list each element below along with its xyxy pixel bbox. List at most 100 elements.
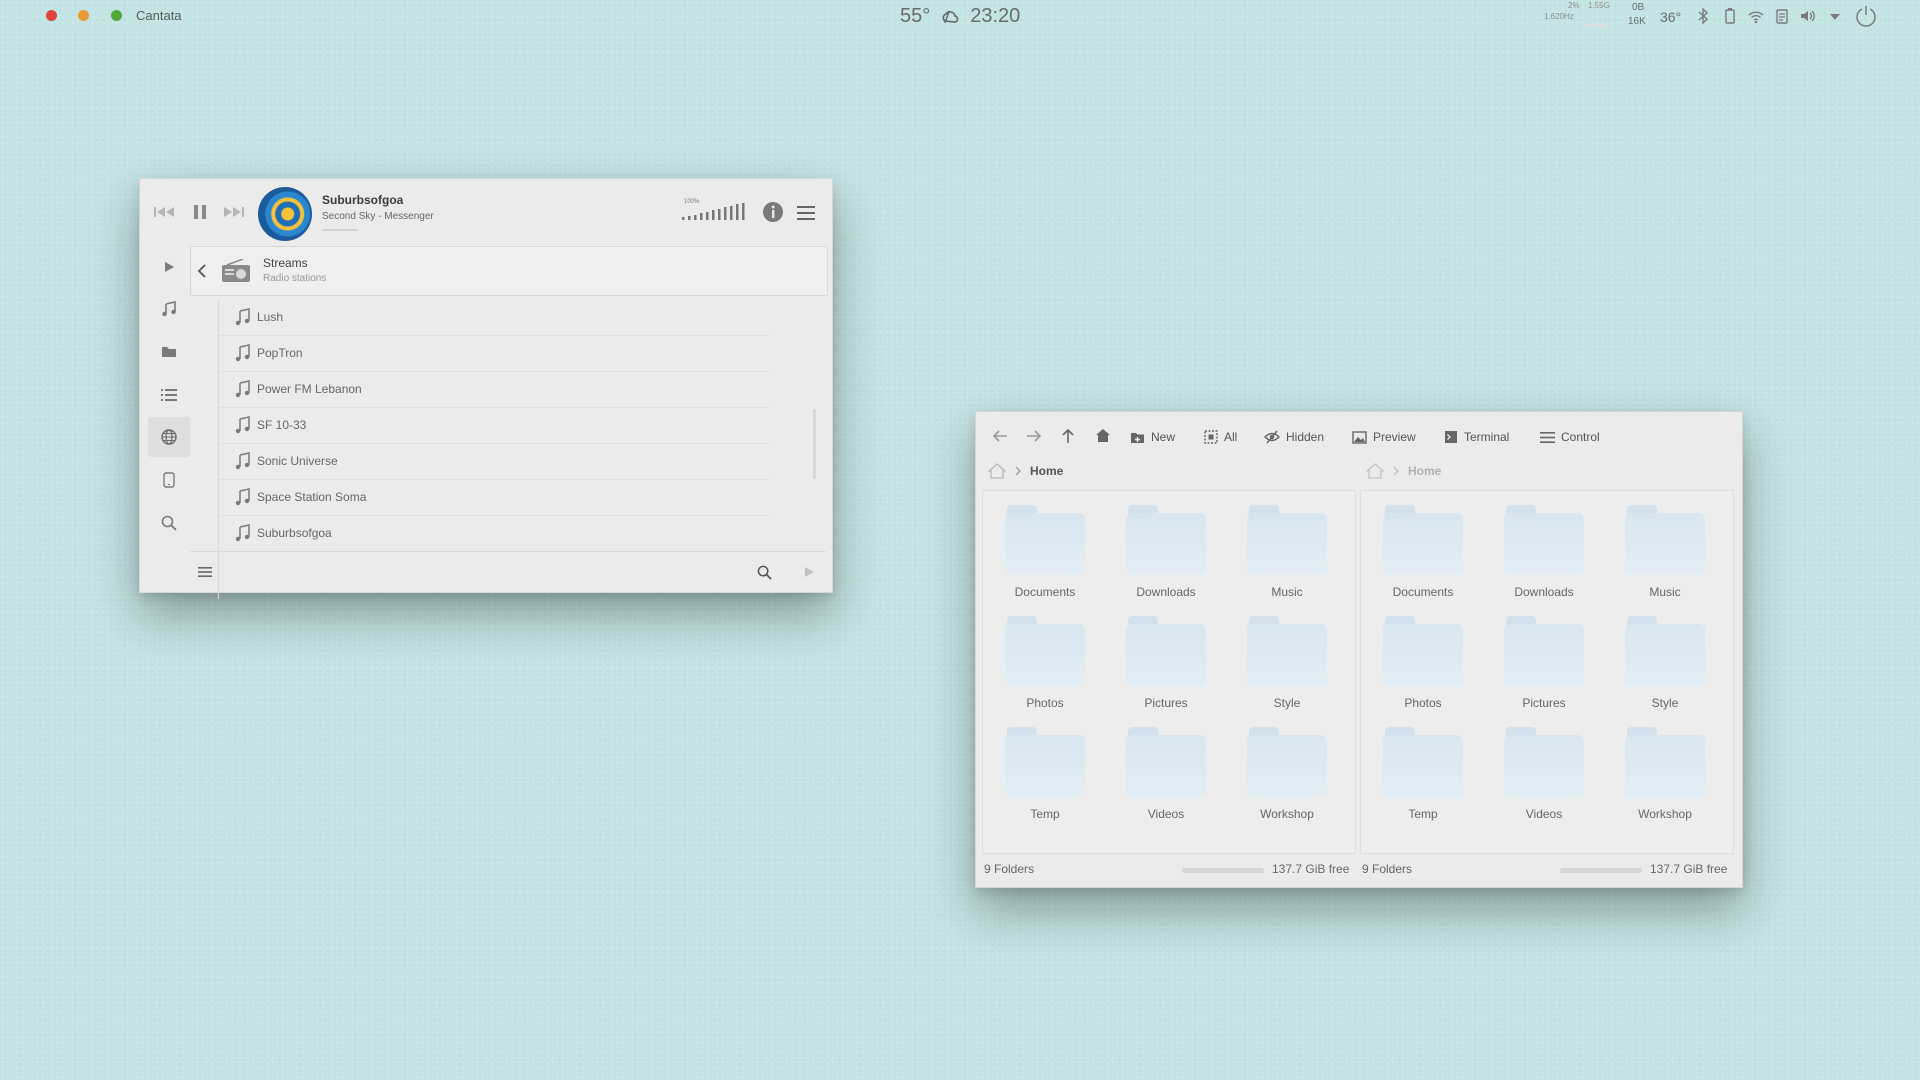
folder-icon: [1247, 735, 1327, 797]
folder-item[interactable]: Style: [1231, 616, 1331, 716]
folder-item[interactable]: Temp: [989, 727, 1089, 827]
folder-item[interactable]: Photos: [989, 616, 1089, 716]
folder-item[interactable]: Music: [1609, 505, 1709, 605]
forward-arrow-icon[interactable]: [1026, 429, 1042, 443]
sidebar-internet[interactable]: [148, 417, 190, 457]
station-list-scrollbar[interactable]: [813, 409, 816, 479]
list-item[interactable]: Sonic Universe: [219, 443, 769, 480]
folder-item[interactable]: Pictures: [1110, 616, 1210, 716]
home-icon[interactable]: [988, 463, 1006, 479]
folder-item[interactable]: Videos: [1110, 727, 1210, 827]
folder-item[interactable]: Photos: [1367, 616, 1467, 716]
next-track-button[interactable]: [220, 201, 246, 223]
up-arrow-icon[interactable]: [1061, 428, 1075, 444]
preview-button[interactable]: Preview: [1352, 426, 1416, 448]
folder-name: Style: [1651, 696, 1679, 710]
minimize-window-button[interactable]: [78, 10, 89, 21]
preview-label: Preview: [1373, 430, 1416, 444]
device-icon: [163, 472, 175, 488]
folder-item[interactable]: Videos: [1488, 727, 1588, 827]
folder-item[interactable]: Workshop: [1609, 727, 1709, 827]
folder-item[interactable]: Workshop: [1231, 727, 1331, 827]
terminal-button[interactable]: Terminal: [1444, 426, 1509, 448]
sidebar-search[interactable]: [148, 503, 190, 543]
menu-icon[interactable]: [198, 566, 212, 578]
sidebar-play-queue[interactable]: [148, 247, 190, 287]
chevron-down-icon[interactable]: [1826, 7, 1844, 25]
folder-item[interactable]: Pictures: [1488, 616, 1588, 716]
battery-icon[interactable]: [1721, 7, 1739, 25]
folder-item[interactable]: Music: [1231, 505, 1331, 605]
play-icon[interactable]: [803, 566, 815, 578]
hidden-files-button[interactable]: Hidden: [1264, 426, 1324, 448]
folder-icon: [1247, 624, 1327, 686]
control-menu-button[interactable]: Control: [1540, 426, 1600, 448]
info-icon[interactable]: [762, 201, 784, 223]
bluetooth-icon[interactable]: [1694, 7, 1712, 25]
breadcrumb-home[interactable]: Home: [1030, 464, 1063, 478]
volume-slider[interactable]: [680, 197, 760, 225]
folder-icon: [1383, 735, 1463, 797]
folder-name: Documents: [1014, 585, 1076, 599]
folder-item[interactable]: Temp: [1367, 727, 1467, 827]
track-artist-album: Second Sky - Messenger: [322, 211, 434, 222]
folder-name: Temp: [1030, 807, 1060, 821]
list-item[interactable]: Suburbsofgoa: [219, 515, 769, 551]
cpu-temperature[interactable]: 36°: [1660, 9, 1690, 41]
folder-icon: [1504, 513, 1584, 575]
clipboard-icon[interactable]: [1773, 7, 1791, 25]
track-progress[interactable]: [322, 229, 358, 231]
sidebar-library[interactable]: [148, 289, 190, 329]
pause-button[interactable]: [187, 201, 213, 223]
skip-forward-icon: [224, 207, 244, 217]
list-item[interactable]: Lush: [219, 299, 769, 336]
close-window-button[interactable]: [46, 10, 57, 21]
folder-icon: [162, 347, 176, 357]
list-item[interactable]: PopTron: [219, 335, 769, 372]
track-title: Suburbsofgoa: [322, 193, 404, 207]
folder-item[interactable]: Downloads: [1488, 505, 1588, 605]
back-arrow-icon[interactable]: [197, 264, 207, 278]
clock-widget[interactable]: 55° 23:20: [900, 5, 1020, 28]
wifi-icon[interactable]: [1747, 7, 1765, 25]
folder-item[interactable]: Style: [1609, 616, 1709, 716]
list-item[interactable]: Space Station Soma: [219, 479, 769, 516]
volume-icon[interactable]: [1799, 7, 1817, 25]
folder-icon: [1504, 735, 1584, 797]
streams-subtitle: Radio stations: [263, 273, 327, 284]
network-monitor[interactable]: 0B 16K: [1628, 0, 1654, 32]
folder-item[interactable]: Downloads: [1110, 505, 1210, 605]
music-note-icon: [235, 488, 250, 506]
folder-icon: [1247, 513, 1327, 575]
cantata-bottom-bar: [140, 551, 832, 591]
sidebar-playlists[interactable]: [148, 375, 190, 415]
folder-item[interactable]: Documents: [989, 505, 1089, 605]
folder-icon: [1005, 513, 1085, 575]
all-label: All: [1224, 430, 1238, 444]
home-icon[interactable]: [1366, 463, 1384, 479]
folder-name: Workshop: [1260, 807, 1314, 821]
sidebar-devices[interactable]: [148, 460, 190, 500]
play-icon: [165, 262, 174, 272]
list-item[interactable]: SF 10-33: [219, 407, 769, 444]
new-folder-icon: [1131, 432, 1144, 443]
cpu-monitor[interactable]: 2% 1.620Hz 1.55G: [1544, 0, 1610, 32]
maximize-window-button[interactable]: [111, 10, 122, 21]
album-cover[interactable]: [258, 187, 312, 241]
sidebar-folders[interactable]: [148, 332, 190, 372]
back-arrow-icon[interactable]: [992, 429, 1008, 443]
home-icon[interactable]: [1095, 428, 1111, 443]
folder-item[interactable]: Documents: [1367, 505, 1467, 605]
search-icon[interactable]: [757, 565, 772, 580]
list-item[interactable]: Power FM Lebanon: [219, 371, 769, 408]
new-folder-button[interactable]: New: [1130, 426, 1175, 448]
main-menu-icon[interactable]: [797, 205, 815, 221]
breadcrumb-home[interactable]: Home: [1408, 464, 1441, 478]
folder-icon: [1383, 513, 1463, 575]
folder-name: Music: [1271, 585, 1303, 599]
cpu-percent: 2%: [1568, 1, 1580, 10]
select-all-button[interactable]: All: [1204, 426, 1237, 448]
previous-track-button[interactable]: [152, 201, 178, 223]
power-icon[interactable]: [1854, 4, 1878, 28]
new-label: New: [1151, 430, 1176, 444]
